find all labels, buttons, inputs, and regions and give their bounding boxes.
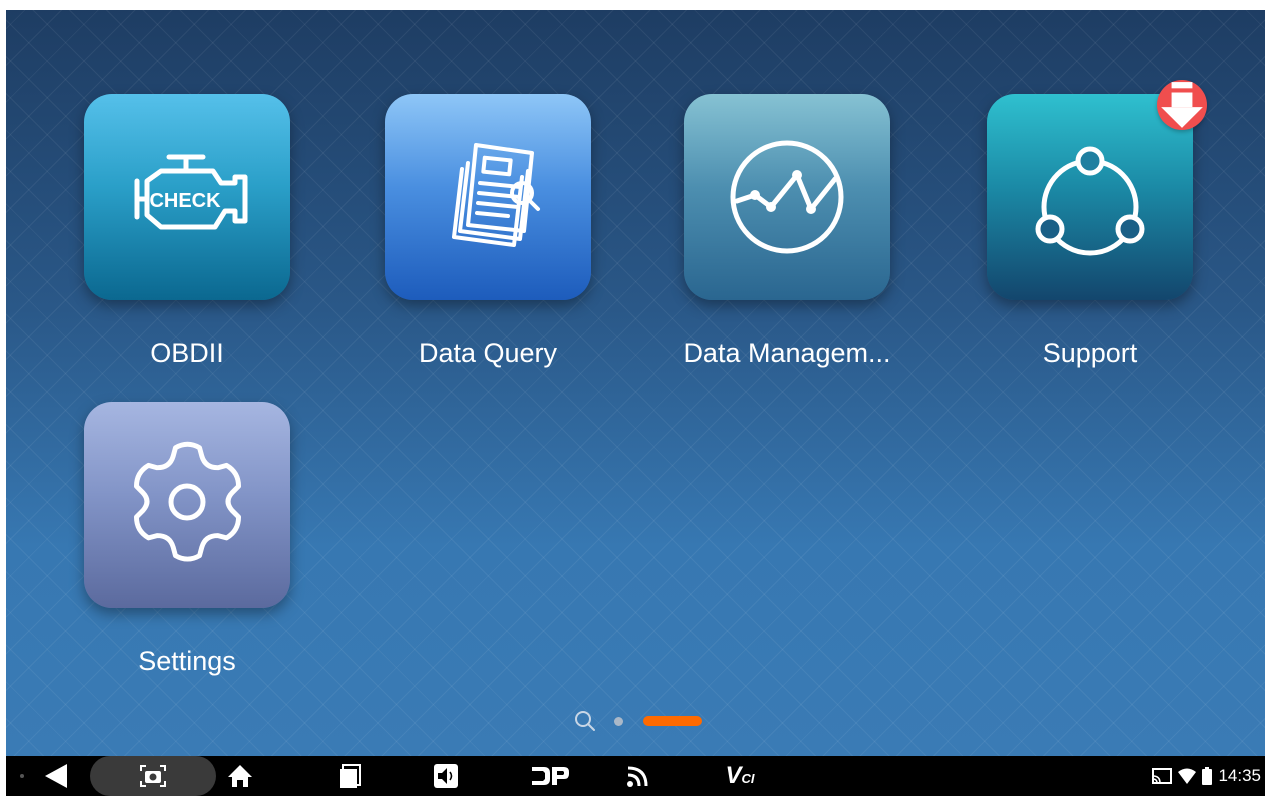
- recents-button[interactable]: [330, 756, 370, 796]
- app-label-support: Support: [1042, 338, 1138, 368]
- nav-dot: [20, 774, 24, 778]
- vci-icon: VCI: [725, 762, 754, 790]
- app-settings[interactable]: Settings: [67, 402, 307, 677]
- system-navigation-bar: VCI 14:35: [6, 756, 1265, 796]
- volume-button[interactable]: [426, 756, 466, 796]
- app-data-query[interactable]: Data Query: [368, 94, 608, 369]
- home-icon: [228, 765, 252, 787]
- app-label-obdii: OBDII: [150, 338, 224, 368]
- app-support-tile[interactable]: [987, 80, 1207, 300]
- wifi-icon: [1178, 768, 1197, 784]
- status-area: 14:35: [1152, 756, 1261, 796]
- share-network-icon: [1035, 146, 1145, 256]
- document-search-icon: [452, 143, 540, 247]
- rss-icon: [627, 766, 648, 787]
- screenshot-icon: [140, 765, 166, 787]
- clock: 14:35: [1218, 766, 1261, 785]
- app-data-management-tile[interactable]: [684, 94, 890, 300]
- check-label: CHECK: [149, 190, 221, 212]
- vci-icon-ci: CI: [741, 771, 755, 786]
- app-obdii-tile[interactable]: CHECK: [84, 94, 290, 300]
- vci-icon-v: V: [725, 762, 742, 789]
- vci-button[interactable]: VCI: [718, 756, 762, 796]
- search-icon[interactable]: [574, 710, 596, 732]
- download-arrow-icon: [1161, 82, 1203, 128]
- page-indicator: [6, 710, 1265, 732]
- home-button[interactable]: [220, 756, 260, 796]
- check-engine-icon: CHECK: [134, 154, 248, 230]
- app-settings-tile[interactable]: [84, 402, 290, 608]
- app-label-data-query: Data Query: [418, 338, 558, 368]
- page-dot-2-active[interactable]: [643, 716, 702, 726]
- app-data-management[interactable]: Data Managem...: [667, 94, 907, 369]
- dp-button[interactable]: [526, 756, 574, 796]
- rss-button[interactable]: [618, 756, 658, 796]
- volume-icon: [434, 764, 458, 788]
- line-graph-icon: [730, 140, 844, 254]
- dp-icon: [532, 767, 569, 785]
- app-support[interactable]: Support: [970, 80, 1210, 369]
- back-button[interactable]: [36, 756, 76, 796]
- recents-icon: [340, 764, 361, 788]
- update-badge[interactable]: [1157, 80, 1207, 130]
- cast-icon: [1152, 768, 1173, 784]
- gear-icon: [133, 441, 242, 562]
- app-obdii[interactable]: CHECK OBDII: [67, 94, 307, 369]
- screenshot-button[interactable]: [90, 756, 216, 796]
- app-label-data-management: Data Managem...: [683, 338, 891, 368]
- app-data-query-tile[interactable]: [385, 94, 591, 300]
- app-label-settings: Settings: [138, 646, 236, 676]
- back-icon: [45, 764, 67, 788]
- home-screen: CHECK OBDII Data Query Data Managem... S…: [6, 10, 1265, 756]
- page-dot-1[interactable]: [614, 717, 623, 726]
- battery-icon: [1202, 767, 1213, 785]
